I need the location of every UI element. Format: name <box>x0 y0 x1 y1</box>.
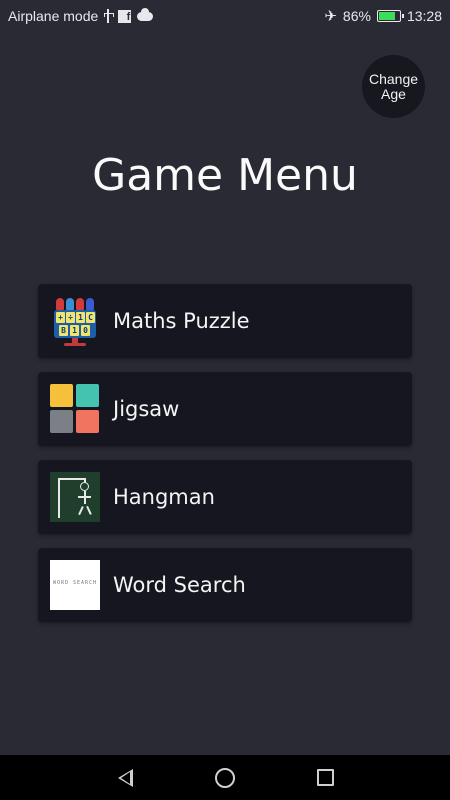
maths-tile: 0 <box>81 325 90 336</box>
battery-percent: 86% <box>342 8 371 24</box>
app-screen: Airplane mode f ✈ 86% 13:28 Change Age G… <box>0 0 450 800</box>
usb-icon <box>104 9 115 23</box>
maths-tile: 1 <box>70 325 79 336</box>
maths-puzzle-icon: + ÷ 1 C B 1 0 <box>50 296 100 346</box>
home-icon <box>215 767 235 788</box>
jigsaw-piece <box>76 384 99 407</box>
change-age-button[interactable]: Change Age <box>362 55 425 118</box>
battery-charging-icon <box>376 10 404 22</box>
status-left: Airplane mode f <box>8 7 154 24</box>
recents-icon <box>316 769 334 786</box>
change-age-label-line1: Change <box>368 70 419 87</box>
hangman-icon <box>50 472 100 522</box>
menu-item-jigsaw[interactable]: Jigsaw <box>38 372 412 446</box>
menu-item-label: Word Search <box>113 573 246 597</box>
game-menu-list: + ÷ 1 C B 1 0 Maths Puzzle Jigsaw Hangma… <box>38 284 412 622</box>
hangman-arms <box>78 496 91 498</box>
maths-decor <box>86 298 94 310</box>
maths-tile: + <box>56 312 65 323</box>
gallows-post <box>58 478 60 518</box>
change-age-label-line2: Age <box>381 85 406 102</box>
back-icon <box>117 768 133 787</box>
maths-decor <box>66 298 74 310</box>
hangman-head <box>80 482 89 491</box>
word-search-icon: WORD SEARCH <box>50 560 100 610</box>
maths-tile: 1 <box>76 312 85 323</box>
jigsaw-icon <box>50 384 100 434</box>
jigsaw-piece <box>76 410 99 433</box>
status-right: ✈ 86% 13:28 <box>324 7 442 25</box>
hangman-body <box>84 491 86 504</box>
menu-item-maths-puzzle[interactable]: + ÷ 1 C B 1 0 Maths Puzzle <box>38 284 412 358</box>
menu-item-hangman[interactable]: Hangman <box>38 460 412 534</box>
clock: 13:28 <box>406 8 442 24</box>
page-title: Game Menu <box>92 150 358 201</box>
home-button[interactable] <box>210 763 240 793</box>
maths-tile: ÷ <box>66 312 75 323</box>
gallows-beam <box>58 478 86 480</box>
status-bar: Airplane mode f ✈ 86% 13:28 <box>0 0 450 32</box>
back-button[interactable] <box>110 763 140 793</box>
maths-tile: C <box>86 312 95 323</box>
menu-item-word-search[interactable]: WORD SEARCH Word Search <box>38 548 412 622</box>
airplane-icon: ✈ <box>324 8 337 25</box>
menu-item-label: Jigsaw <box>113 397 180 421</box>
menu-item-label: Maths Puzzle <box>113 309 250 333</box>
jigsaw-piece <box>50 410 73 433</box>
battery-level-fill <box>378 12 396 20</box>
maths-base <box>64 343 86 346</box>
facebook-icon: f <box>118 9 132 23</box>
jigsaw-piece <box>50 384 73 407</box>
word-search-thumb-text: WORD SEARCH <box>52 580 98 586</box>
maths-tile: B <box>59 325 68 336</box>
maths-decor <box>76 298 84 310</box>
recents-button[interactable] <box>310 763 340 793</box>
cloud-icon <box>137 7 154 21</box>
menu-item-label: Hangman <box>113 485 215 509</box>
navigation-bar <box>0 755 450 800</box>
maths-decor <box>56 298 64 310</box>
airplane-mode-text: Airplane mode <box>8 8 99 24</box>
